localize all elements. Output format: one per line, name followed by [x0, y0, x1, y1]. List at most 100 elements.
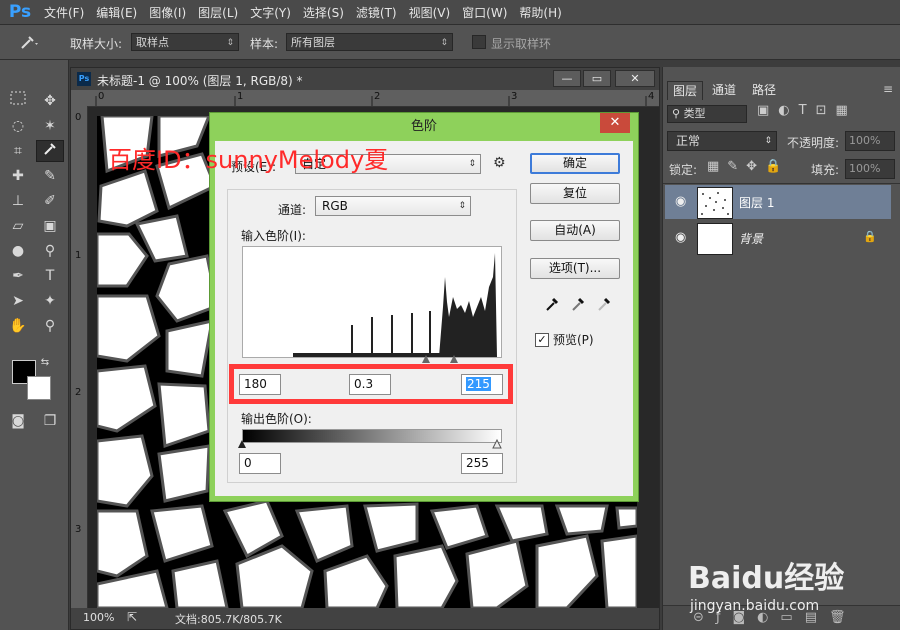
horizontal-ruler: 0 1 2 3 4 [71, 90, 659, 107]
show-ring-checkbox[interactable] [472, 35, 486, 49]
zoom-level[interactable]: 100% [83, 611, 114, 624]
input-white-field[interactable]: 215 [461, 374, 503, 395]
hand-tool-icon[interactable]: ✋ [4, 315, 32, 337]
dialog-title[interactable]: 色阶 [210, 113, 638, 141]
menu-view[interactable]: 视图(V) [405, 4, 459, 21]
screen-mode-icon[interactable]: ❐ [36, 410, 64, 432]
gradient-tool-icon[interactable]: ▣ [36, 215, 64, 237]
ruler-label: 2 [75, 387, 82, 398]
brush-tool-icon[interactable]: ✎ [36, 165, 64, 187]
vertical-ruler: 0 1 2 3 [71, 106, 88, 608]
background-color-swatch[interactable] [27, 376, 51, 400]
sample-size-select[interactable]: 取样点 ⇕ [131, 33, 239, 51]
white-point-eyedropper-icon[interactable] [595, 295, 613, 316]
layer-thumbnail [697, 187, 733, 219]
ps-document-icon: Ps [77, 72, 91, 86]
preview-checkbox[interactable]: ✓ [535, 333, 549, 347]
output-sliders[interactable] [237, 439, 505, 449]
menu-image[interactable]: 图像(I) [145, 4, 194, 21]
layer-row-layer1[interactable]: ◉ 图层 1 [665, 185, 891, 219]
channel-select[interactable]: RGB ⇕ [315, 196, 471, 216]
menu-type[interactable]: 文字(Y) [246, 4, 299, 21]
eyedropper-tool-icon[interactable] [36, 140, 64, 162]
filter-icons[interactable]: ▣◐T⊡▦ [757, 103, 857, 118]
visibility-eye-icon[interactable]: ◉ [675, 194, 686, 209]
blend-mode-value: 正常 [676, 134, 701, 148]
eraser-tool-icon[interactable]: ▱ [4, 215, 32, 237]
healing-brush-tool-icon[interactable]: ✚ [4, 165, 32, 187]
document-titlebar[interactable]: Ps 未标题-1 @ 100% (图层 1, RGB/8) * — ▭ ✕ [71, 68, 659, 90]
baidu-watermark: Baidu经验 jingyan.baidu.com [660, 545, 900, 630]
clone-stamp-tool-icon[interactable]: ⊥ [4, 190, 32, 212]
panel-menu-icon[interactable]: ≡ [883, 82, 893, 96]
blur-tool-icon[interactable]: ● [4, 240, 32, 262]
ruler-label: 0 [98, 91, 105, 102]
histogram [242, 246, 502, 358]
layer-filter-value: 类型 [683, 107, 706, 120]
lock-label: 锁定: [669, 163, 698, 177]
search-icon: ⚲ [672, 107, 681, 120]
layer-filter-select[interactable]: ⚲ 类型 [667, 105, 747, 123]
path-selection-tool-icon[interactable]: ➤ [4, 290, 32, 312]
black-point-eyedropper-icon[interactable] [543, 295, 561, 316]
visibility-eye-icon[interactable]: ◉ [675, 230, 686, 245]
menu-edit[interactable]: 编辑(E) [92, 4, 145, 21]
minimize-button[interactable]: — [553, 70, 581, 87]
output-white-field[interactable]: 255 [461, 453, 503, 474]
share-icon[interactable]: ⇱ [127, 610, 137, 624]
ruler-label: 1 [237, 91, 244, 102]
tab-paths[interactable]: 路径 [747, 81, 781, 99]
shape-tool-icon[interactable]: ✦ [36, 290, 64, 312]
pen-tool-icon[interactable]: ✒ [4, 265, 32, 287]
quick-mask-icon[interactable]: ◙ [4, 410, 32, 432]
fill-input[interactable]: 100% [845, 159, 895, 179]
layer-row-background[interactable]: ◉ 背景 🔒 [665, 221, 891, 255]
input-gamma-field[interactable]: 0.3 [349, 374, 391, 395]
menu-select[interactable]: 选择(S) [299, 4, 352, 21]
opacity-input[interactable]: 100% [845, 131, 895, 151]
magic-wand-tool-icon[interactable]: ✶ [36, 115, 64, 137]
marquee-tool-icon[interactable] [4, 90, 32, 112]
menu-window[interactable]: 窗口(W) [458, 4, 515, 21]
zoom-tool-icon[interactable]: ⚲ [36, 315, 64, 337]
sample-size-label: 取样大小: [70, 37, 123, 51]
lasso-tool-icon[interactable]: ◌ [4, 115, 32, 137]
eyedropper-tool-preset-icon[interactable] [14, 31, 42, 53]
gray-point-eyedropper-icon[interactable] [569, 295, 587, 316]
preset-options-gear-icon[interactable]: ⚙ [493, 155, 506, 171]
menu-file[interactable]: 文件(F) [40, 4, 92, 21]
lock-icon: 🔒 [863, 230, 877, 243]
ruler-label: 4 [648, 91, 655, 102]
menu-help[interactable]: 帮助(H) [515, 4, 569, 21]
baidu-url: jingyan.baidu.com [690, 598, 820, 614]
photoshop-logo: Ps [8, 2, 32, 22]
options-button[interactable]: 选项(T)... [530, 258, 620, 279]
crop-tool-icon[interactable]: ⌗ [4, 140, 32, 162]
close-button[interactable]: ✕ [615, 70, 655, 87]
history-brush-tool-icon[interactable]: ✐ [36, 190, 64, 212]
maximize-button[interactable]: ▭ [583, 70, 611, 87]
menu-filter[interactable]: 滤镜(T) [352, 4, 405, 21]
auto-button[interactable]: 自动(A) [530, 220, 620, 241]
tab-layers[interactable]: 图层 [667, 81, 703, 100]
blend-mode-select[interactable]: 正常 ⇕ [667, 131, 777, 151]
dialog-close-button[interactable]: ✕ [600, 113, 630, 133]
chevron-updown-icon: ⇕ [226, 38, 234, 48]
fill-label: 填充: [811, 163, 840, 177]
tab-channels[interactable]: 通道 [707, 81, 741, 99]
swap-colors-icon[interactable]: ⇆ [38, 356, 52, 370]
reset-button[interactable]: 复位 [530, 183, 620, 204]
menu-layer[interactable]: 图层(L) [194, 4, 246, 21]
sample-select[interactable]: 所有图层 ⇕ [286, 33, 453, 51]
input-sliders[interactable] [422, 355, 462, 363]
document-info: 文档:805.7K/805.7K [175, 613, 282, 626]
ok-button[interactable]: 确定 [530, 153, 620, 174]
input-black-field[interactable]: 180 [239, 374, 281, 395]
lock-icons[interactable]: ▦✎✥🔒 [707, 159, 789, 174]
chevron-updown-icon: ⇕ [764, 136, 772, 146]
dodge-tool-icon[interactable]: ⚲ [36, 240, 64, 262]
output-black-field[interactable]: 0 [239, 453, 281, 474]
baidu-brand: Baidu经验 [688, 561, 845, 596]
type-tool-icon[interactable]: T [36, 265, 64, 287]
move-tool-icon[interactable]: ✥ [36, 90, 64, 112]
